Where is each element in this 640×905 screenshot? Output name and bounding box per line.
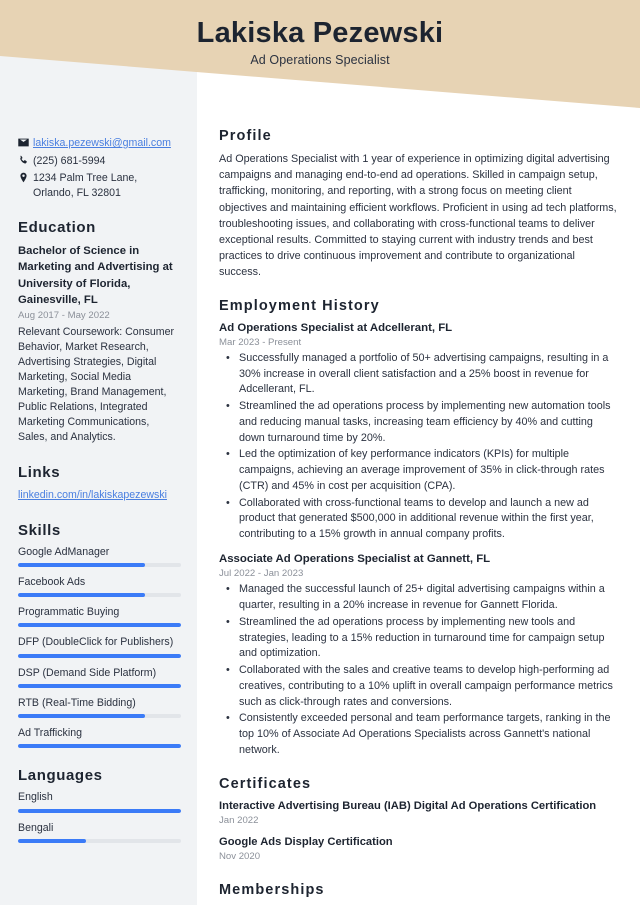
language-label: English — [18, 791, 53, 804]
skill-label: RTB (Real-Time Bidding) — [18, 696, 136, 709]
job-title: Associate Ad Operations Specialist at Ga… — [219, 552, 491, 565]
skill-bar-fill — [18, 744, 181, 749]
contact-phone-row: (225) 681-5994 — [18, 154, 181, 169]
certificate-date: Nov 2020 — [219, 850, 261, 862]
skill-item: Programmatic Buying — [18, 606, 181, 628]
skill-bar-track — [18, 623, 181, 628]
link-item: linkedin.com/in/lakiskapezewski — [18, 488, 181, 503]
skill-bar-fill — [18, 714, 146, 719]
language-label: Bengali — [18, 821, 54, 834]
certificate-title: Google Ads Display Certification — [219, 835, 393, 848]
address-line-2: Orlando, FL 32801 — [33, 186, 121, 199]
sidebar: lakiska.pezewski@gmail.com (225) 681-599… — [0, 0, 197, 852]
skill-bar-track — [18, 562, 181, 567]
skill-bar-track — [18, 593, 181, 598]
job-title: Ad Operations Specialist at Adcellerant,… — [219, 321, 453, 334]
job-date: Jul 2022 - Jan 2023 — [219, 568, 304, 580]
certificate-entry: Interactive Advertising Bureau (IAB) Dig… — [219, 799, 617, 826]
job-bullet: Led the optimization of key performance … — [226, 447, 617, 494]
certificate-title: Interactive Advertising Bureau (IAB) Dig… — [219, 799, 597, 812]
skill-bar-fill — [18, 593, 146, 598]
job-bullet: Collaborated with the sales and creative… — [226, 663, 617, 710]
phone-icon — [18, 154, 33, 166]
contact-address-row: 1234 Palm Tree Lane, Orlando, FL 32801 — [18, 171, 181, 200]
main-column: Profile Ad Operations Specialist with 1 … — [197, 0, 640, 905]
education-description: Relevant Coursework: Consumer Behavior, … — [18, 325, 175, 443]
job-bullet: Streamlined the ad operations process by… — [226, 615, 617, 662]
skills-heading: Skills — [18, 521, 61, 539]
skill-label: Google AdManager — [18, 545, 110, 558]
skill-label: Ad Trafficking — [18, 727, 82, 740]
certificates-section: Certificates Interactive Advertising Bur… — [219, 776, 617, 862]
memberships-heading: Memberships — [219, 881, 325, 898]
contact-email-row: lakiska.pezewski@gmail.com — [18, 136, 181, 151]
skill-bar-fill — [18, 562, 146, 567]
skill-item: Google AdManager — [18, 546, 181, 567]
certificates-list: Interactive Advertising Bureau (IAB) Dig… — [219, 799, 617, 862]
education-section: Education Bachelor of Science in Marketi… — [18, 219, 181, 444]
job-bullet: Streamlined the ad operations process by… — [226, 399, 617, 446]
skill-bar-track — [18, 744, 181, 749]
links-section: Links linkedin.com/in/lakiskapezewski — [18, 464, 181, 503]
language-item: English — [18, 791, 181, 813]
education-date: Aug 2017 - May 2022 — [18, 309, 110, 321]
job-bullet: Managed the successful launch of 25+ dig… — [226, 582, 617, 614]
skill-label: DSP (Demand Side Platform) — [18, 666, 157, 679]
job-bullet: Consistently exceeded personal and team … — [226, 711, 617, 758]
education-heading: Education — [18, 219, 96, 237]
profile-section: Profile Ad Operations Specialist with 1 … — [219, 128, 617, 281]
languages-heading: Languages — [18, 767, 103, 785]
languages-list: English Bengali — [18, 791, 181, 843]
job-entry: Associate Ad Operations Specialist at Ga… — [219, 552, 617, 759]
certificates-heading: Certificates — [219, 775, 312, 792]
skill-bar-fill — [18, 653, 181, 658]
languages-section: Languages English Bengali — [18, 767, 181, 843]
linkedin-link[interactable]: linkedin.com/in/lakiskapezewski — [18, 489, 167, 501]
language-bar-track — [18, 838, 181, 843]
job-bullets: Successfully managed a portfolio of 50+ … — [219, 351, 617, 543]
language-bar-fill — [18, 808, 181, 813]
certificate-date: Jan 2022 — [219, 814, 259, 826]
skill-label: Programmatic Buying — [18, 606, 120, 619]
language-item: Bengali — [18, 822, 181, 843]
certificate-entry: Google Ads Display Certification Nov 2020 — [219, 835, 617, 862]
language-bar-fill — [18, 838, 87, 843]
jobs-list: Ad Operations Specialist at Adcellerant,… — [219, 321, 617, 759]
memberships-section: Memberships — [219, 882, 617, 898]
education-entry: Bachelor of Science in Marketing and Adv… — [18, 243, 181, 444]
job-bullets: Managed the successful launch of 25+ dig… — [219, 582, 617, 758]
job-entry: Ad Operations Specialist at Adcellerant,… — [219, 321, 617, 543]
skill-label: Facebook Ads — [18, 575, 86, 588]
location-pin-icon — [18, 171, 33, 183]
skill-item: DSP (Demand Side Platform) — [18, 667, 181, 688]
links-heading: Links — [18, 463, 61, 481]
skill-bar-fill — [18, 623, 181, 628]
employment-section: Employment History Ad Operations Special… — [219, 298, 617, 759]
address-line-1: 1234 Palm Tree Lane, — [33, 172, 138, 185]
phone-value: (225) 681-5994 — [33, 154, 106, 167]
skill-bar-track — [18, 653, 181, 658]
skill-bar-fill — [18, 683, 181, 688]
contact-block: lakiska.pezewski@gmail.com (225) 681-599… — [18, 136, 181, 200]
language-bar-track — [18, 808, 181, 813]
skill-item: Facebook Ads — [18, 575, 181, 598]
skills-section: Skills Google AdManager Facebook Ads Progr… — [18, 522, 181, 749]
skill-item: DFP (DoubleClick for Publishers) — [18, 636, 181, 658]
profile-heading: Profile — [219, 128, 272, 144]
job-bullet: Collaborated with cross-functional teams… — [226, 496, 617, 543]
resume-page: Lakiska Pezewski Ad Operations Specialis… — [0, 0, 640, 905]
skill-bar-track — [18, 714, 181, 719]
email-link[interactable]: lakiska.pezewski@gmail.com — [33, 137, 171, 149]
profile-text: Ad Operations Specialist with 1 year of … — [219, 153, 617, 279]
skill-item: Ad Trafficking — [18, 727, 181, 749]
skill-label: DFP (DoubleClick for Publishers) — [18, 636, 174, 649]
skill-item: RTB (Real-Time Bidding) — [18, 696, 181, 719]
job-bullet: Successfully managed a portfolio of 50+ … — [226, 351, 617, 398]
employment-heading: Employment History — [219, 297, 380, 314]
envelope-icon — [18, 136, 33, 148]
skill-bar-track — [18, 683, 181, 688]
education-title: Bachelor of Science in Marketing and Adv… — [18, 245, 173, 306]
skills-list: Google AdManager Facebook Ads Programmatic… — [18, 546, 181, 749]
job-date: Mar 2023 - Present — [219, 336, 302, 348]
